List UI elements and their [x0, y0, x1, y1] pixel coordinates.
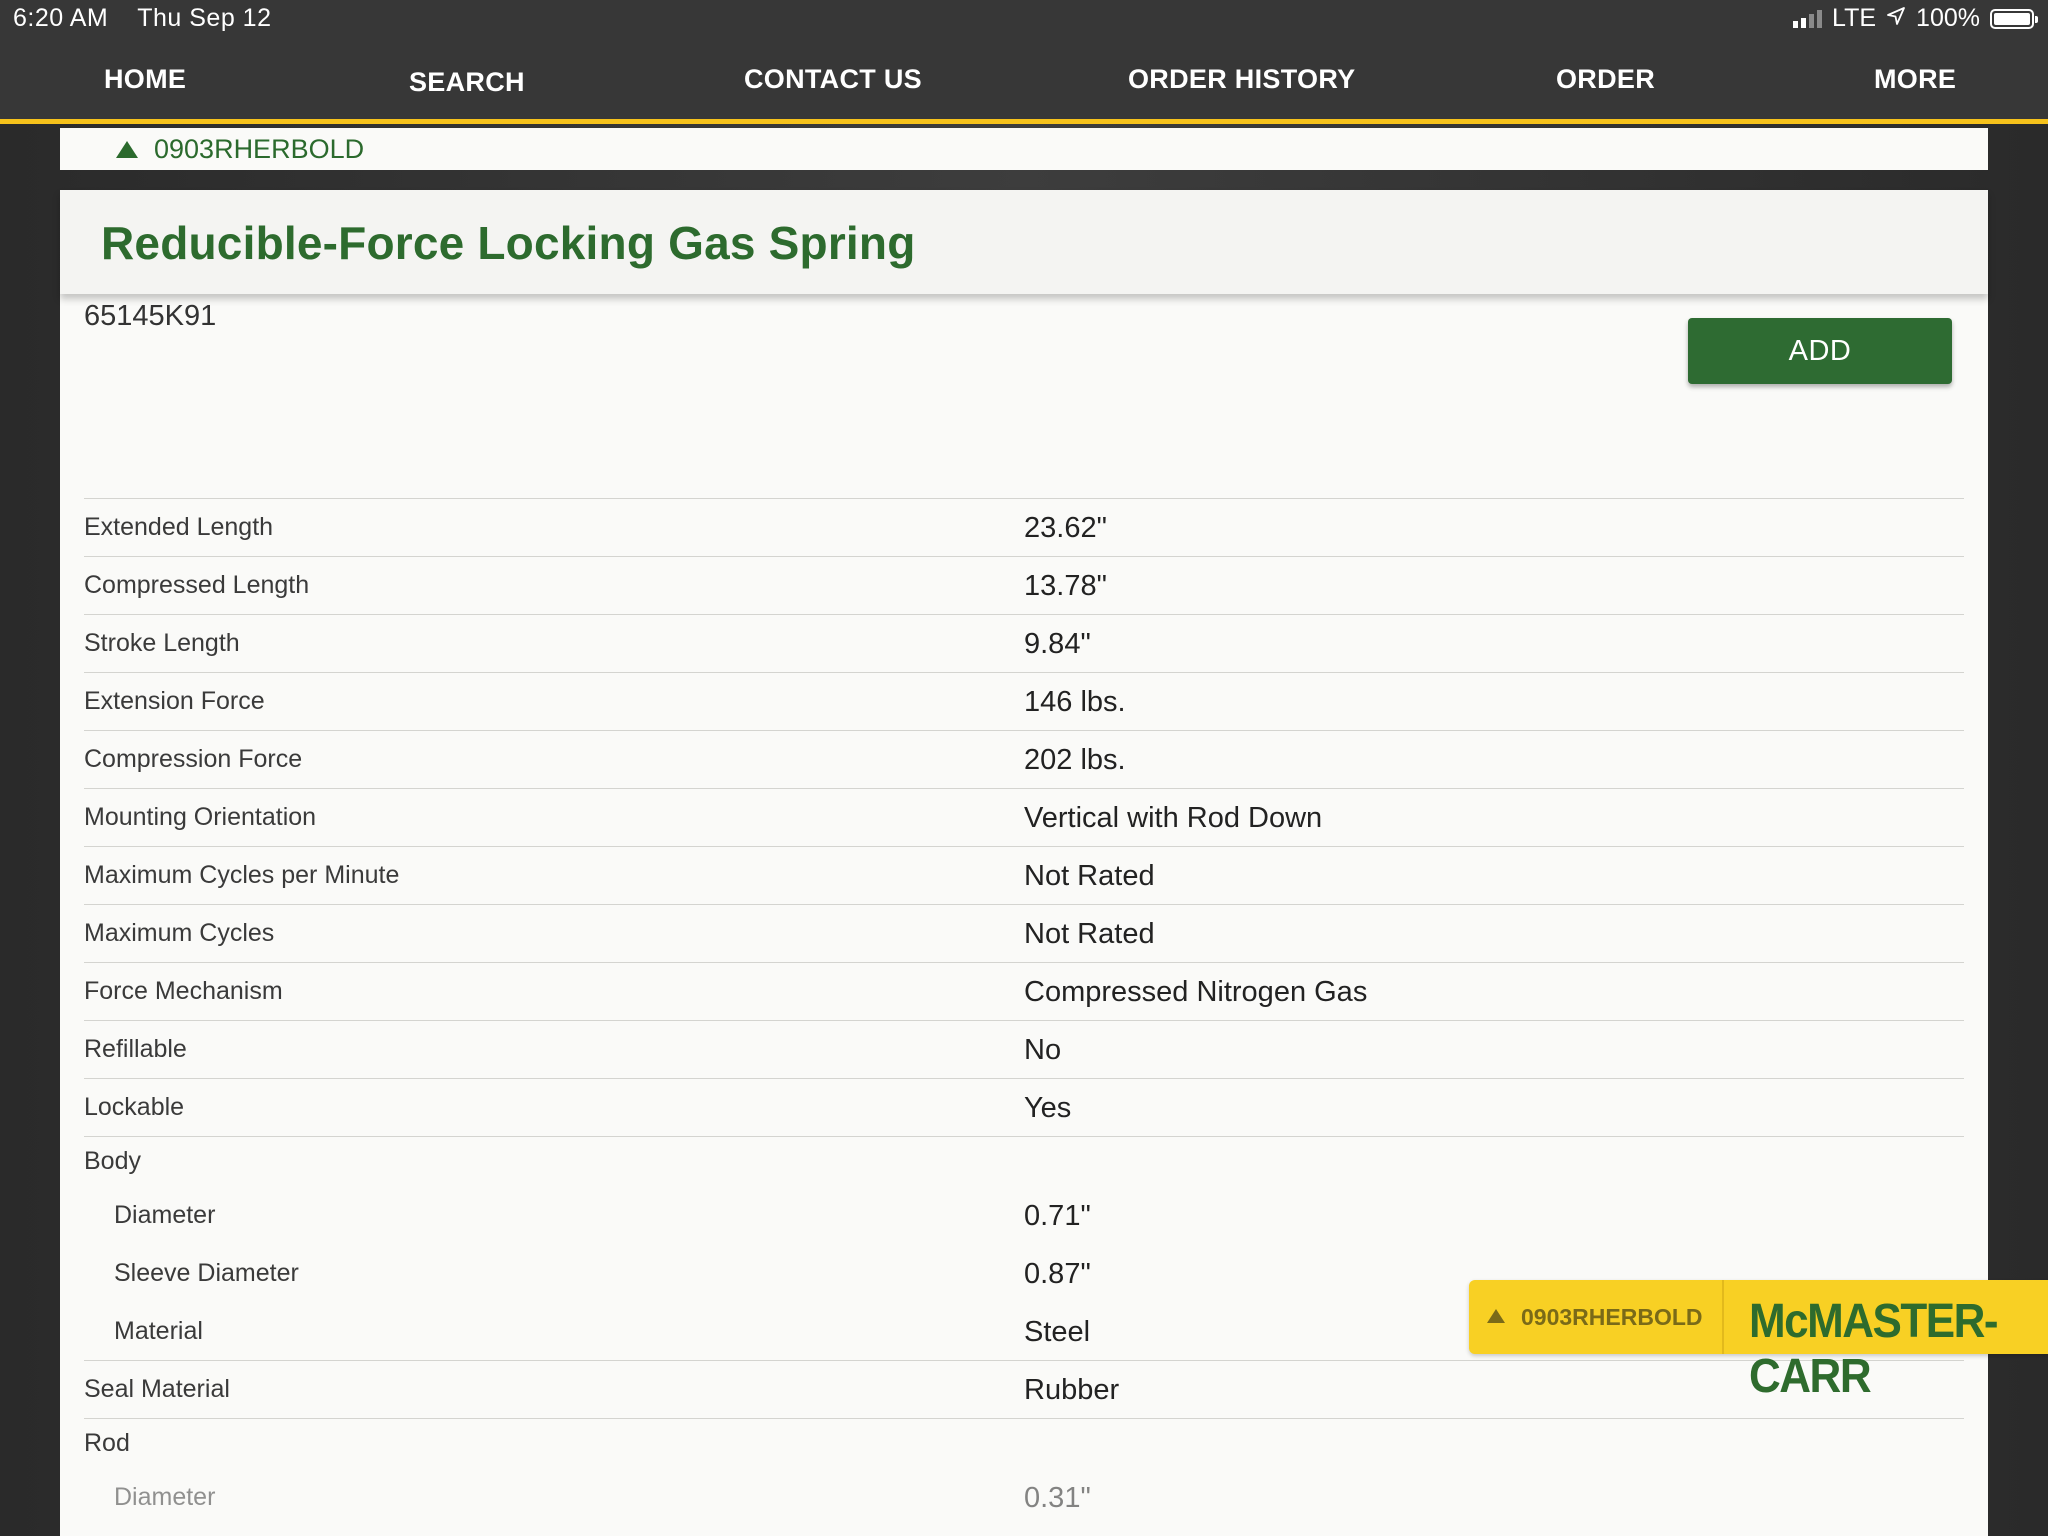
spec-row: Diameter 0.31" [84, 1469, 1964, 1527]
battery-icon [1990, 8, 2038, 29]
cellular-signal-icon [1793, 9, 1823, 28]
spec-row: Maximum Cycles per Minute Not Rated [84, 847, 1964, 905]
spec-value: Not Rated [1024, 860, 1155, 892]
spec-group-header: Rod [84, 1419, 1964, 1469]
spec-value: 9.84" [1024, 628, 1091, 660]
spec-label: Force Mechanism [84, 977, 283, 1005]
part-number: 65145K91 [84, 300, 217, 332]
spec-row: Maximum Cycles Not Rated [84, 905, 1964, 963]
spec-label: Compressed Length [84, 571, 310, 599]
spec-group-header: Body [84, 1137, 1964, 1187]
status-bar-left: 6:20 AM Thu Sep 12 [13, 4, 294, 33]
nav-search[interactable]: SEARCH [409, 67, 525, 98]
spec-value: 23.62" [1024, 512, 1107, 544]
spec-label: Mounting Orientation [84, 803, 317, 831]
spec-label: Maximum Cycles per Minute [84, 861, 400, 889]
spec-group-label: Rod [84, 1429, 130, 1457]
spec-value: Compressed Nitrogen Gas [1024, 976, 1368, 1008]
spec-label: Maximum Cycles [84, 919, 275, 947]
spec-label: Sleeve Diameter [114, 1259, 299, 1287]
spec-row: Lockable Yes [84, 1079, 1964, 1137]
status-bar-right: LTE 100% [1793, 4, 2038, 33]
spec-value: Vertical with Rod Down [1024, 802, 1323, 834]
spec-label: Diameter [114, 1201, 216, 1229]
status-network: LTE [1832, 4, 1877, 32]
spec-row: Compressed Length 13.78" [84, 557, 1964, 615]
spec-label: Material [114, 1317, 203, 1345]
spec-row: Extended Length 23.62" [84, 499, 1964, 557]
location-arrow-icon [1886, 4, 1906, 33]
spec-row: Force Mechanism Compressed Nitrogen Gas [84, 963, 1964, 1021]
spec-value: 0.31" [1024, 1482, 1091, 1514]
nav-order-history[interactable]: ORDER HISTORY [1128, 64, 1355, 95]
spec-value: Yes [1024, 1092, 1072, 1124]
spec-row: Mounting Orientation Vertical with Rod D… [84, 789, 1964, 847]
badge-divider [1722, 1280, 1724, 1354]
add-to-order-button[interactable]: ADD [1688, 318, 1952, 384]
status-time: 6:20 AM [13, 4, 109, 32]
triangle-up-icon [1487, 1309, 1505, 1323]
spec-label: Extended Length [84, 513, 274, 541]
top-navigation-bar: 6:20 AM Thu Sep 12 LTE 100% HOME SEARCH … [0, 0, 2048, 124]
spec-value: Not Rated [1024, 918, 1155, 950]
spec-row: Diameter 0.71" [84, 1187, 1964, 1245]
spec-value: 0.87" [1024, 1258, 1091, 1290]
nav-order[interactable]: ORDER [1556, 64, 1655, 95]
mcmaster-carr-logo: McMASTER-CARR [1749, 1294, 1999, 1403]
spec-label: Diameter [114, 1483, 216, 1511]
status-battery-percent: 100% [1916, 4, 1980, 32]
spec-row: Compression Force 202 lbs. [84, 731, 1964, 789]
spec-value: Rubber [1024, 1374, 1120, 1406]
spec-label: Compression Force [84, 745, 303, 773]
spec-value: 202 lbs. [1024, 744, 1126, 776]
nav-contact-us[interactable]: CONTACT US [744, 64, 922, 95]
nav-home[interactable]: HOME [104, 64, 186, 95]
spec-label: Seal Material [84, 1375, 230, 1403]
spec-value: 0.71" [1024, 1200, 1091, 1232]
status-date: Thu Sep 12 [137, 4, 272, 32]
spec-value: Steel [1024, 1316, 1091, 1348]
spec-value: 13.78" [1024, 570, 1107, 602]
spec-label: Lockable [84, 1093, 185, 1121]
account-breadcrumb[interactable]: 0903RHERBOLD [60, 128, 1988, 170]
spec-row: Refillable No [84, 1021, 1964, 1079]
spec-label: Extension Force [84, 687, 265, 715]
spec-table: Extended Length 23.62" Compressed Length… [84, 498, 1964, 1527]
spec-value: No [1024, 1034, 1062, 1066]
spec-label: Stroke Length [84, 629, 240, 657]
badge-account-name: 0903RHERBOLD [1521, 1304, 1703, 1330]
spec-row: Extension Force 146 lbs. [84, 673, 1964, 731]
product-title-bar: Reducible-Force Locking Gas Spring [60, 190, 1988, 294]
spec-row: Stroke Length 9.84" [84, 615, 1964, 673]
spec-label: Refillable [84, 1035, 187, 1063]
account-name[interactable]: 0903RHERBOLD [154, 134, 364, 165]
spec-row: Seal Material Rubber [84, 1361, 1964, 1419]
spec-value: 146 lbs. [1024, 686, 1126, 718]
spec-group-label: Body [84, 1147, 141, 1175]
mcmaster-account-badge[interactable]: 0903RHERBOLD McMASTER-CARR [1469, 1280, 2048, 1403]
nav-more[interactable]: MORE [1874, 64, 1956, 95]
triangle-up-icon [116, 141, 138, 158]
product-title: Reducible-Force Locking Gas Spring [101, 217, 916, 269]
